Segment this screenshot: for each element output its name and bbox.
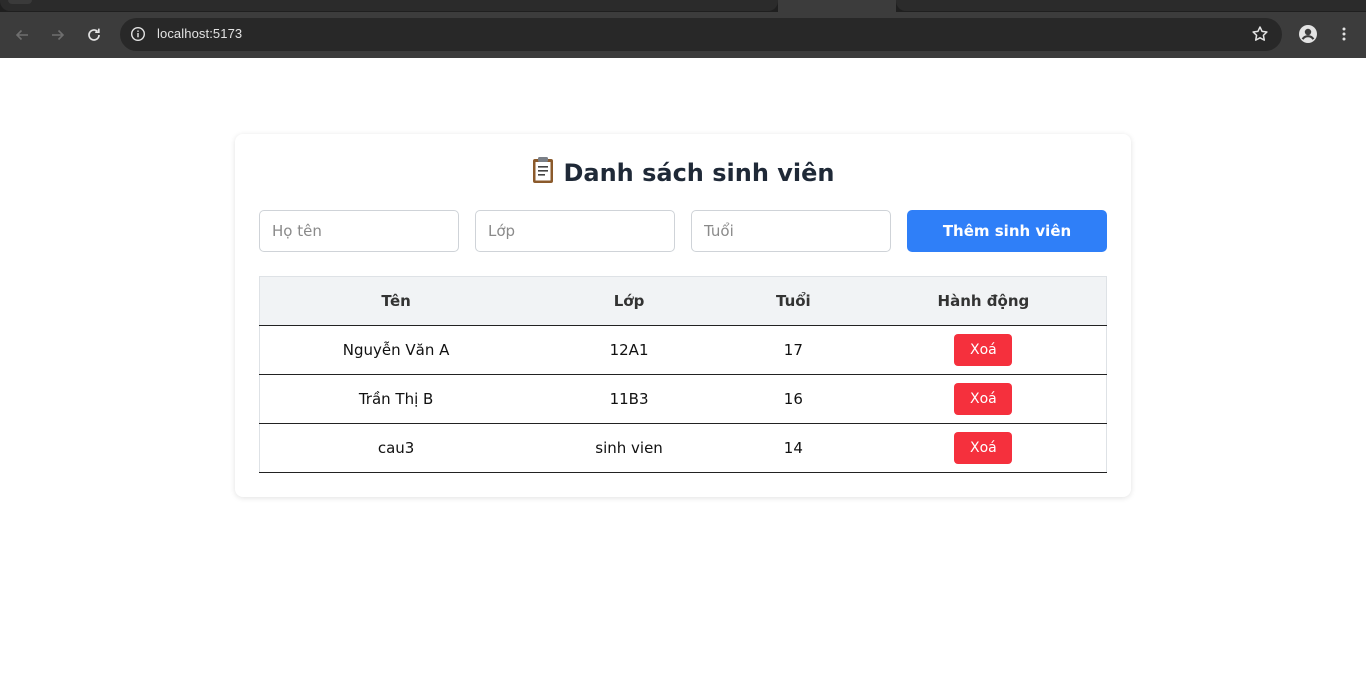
table-header-row: Tên Lớp Tuổi Hành động (259, 276, 1107, 326)
table-row: Nguyễn Văn A 12A1 17 Xoá (259, 325, 1107, 375)
column-header-action: Hành động (860, 276, 1107, 326)
account-icon (1299, 25, 1317, 43)
cell-class: 11B3 (532, 374, 726, 424)
cell-age: 16 (725, 374, 861, 424)
name-input[interactable] (259, 210, 459, 252)
cell-name: Nguyễn Văn A (259, 325, 533, 375)
more-vert-icon (1342, 27, 1346, 41)
site-info-icon[interactable] (128, 24, 148, 44)
tab-strip (0, 0, 1366, 12)
cell-class: 12A1 (532, 325, 726, 375)
url-text[interactable]: localhost:5173 (157, 26, 242, 41)
delete-button[interactable]: Xoá (954, 432, 1013, 464)
cell-action: Xoá (860, 423, 1107, 473)
browser-tab[interactable] (0, 0, 778, 11)
browser-menu-button[interactable] (1332, 22, 1356, 46)
page-title: Danh sách sinh viên (235, 156, 1131, 190)
delete-button[interactable]: Xoá (954, 334, 1013, 366)
add-student-button[interactable]: Thêm sinh viên (907, 210, 1107, 252)
delete-button[interactable]: Xoá (954, 383, 1013, 415)
reload-button[interactable] (80, 21, 108, 49)
student-table: Tên Lớp Tuổi Hành động Nguyễn Văn A 12A1… (259, 276, 1107, 473)
cell-age: 17 (725, 325, 861, 375)
arrow-left-icon (15, 29, 28, 41)
class-input[interactable] (475, 210, 675, 252)
active-tab[interactable] (778, 0, 896, 12)
cell-class: sinh vien (532, 423, 726, 473)
column-header-class: Lớp (532, 276, 726, 326)
arrow-right-icon (52, 29, 65, 41)
browser-tab[interactable] (896, 0, 1366, 11)
address-bar[interactable]: localhost:5173 (120, 18, 1282, 51)
column-header-name: Tên (259, 276, 533, 326)
bookmark-star-icon[interactable] (1250, 24, 1270, 44)
back-button[interactable] (8, 21, 36, 49)
reload-icon (88, 28, 100, 41)
page-title-text: Danh sách sinh viên (563, 159, 835, 187)
cell-name: Trần Thị B (259, 374, 533, 424)
cell-age: 14 (725, 423, 861, 473)
tab-favicon (8, 0, 32, 4)
cell-action: Xoá (860, 374, 1107, 424)
forward-button[interactable] (44, 21, 72, 49)
cell-name: cau3 (259, 423, 533, 473)
profile-button[interactable] (1296, 22, 1320, 46)
student-card: Danh sách sinh viên Thêm sinh viên Tên L… (235, 134, 1131, 497)
age-input[interactable] (691, 210, 891, 252)
browser-toolbar: localhost:5173 (0, 12, 1366, 58)
table-row: cau3 sinh vien 14 Xoá (259, 423, 1107, 473)
column-header-age: Tuổi (725, 276, 861, 326)
clipboard-icon (531, 156, 555, 190)
cell-action: Xoá (860, 325, 1107, 375)
table-row: Trần Thị B 11B3 16 Xoá (259, 374, 1107, 424)
